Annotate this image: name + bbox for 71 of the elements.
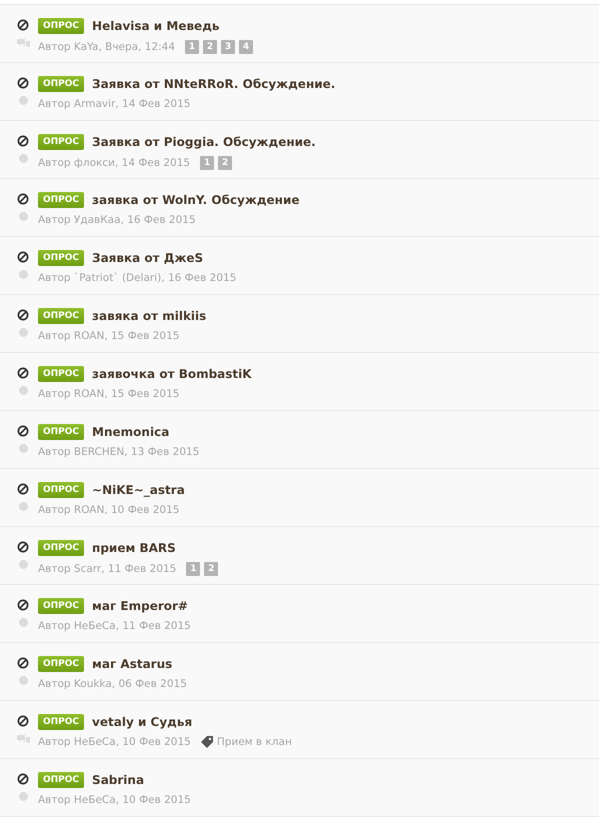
status-dot (18, 154, 28, 163)
status-dot (18, 444, 28, 453)
locked-icon (17, 657, 29, 669)
topic-title-link[interactable]: Mnemonica (92, 425, 170, 439)
status-dot (18, 792, 28, 801)
locked-icon (17, 715, 29, 727)
poll-badge: ОПРОС (38, 714, 84, 730)
status-dot (18, 328, 28, 337)
topic-meta: Автор НеБеСа, 10 Фев 2015 (38, 736, 191, 748)
status-dot (18, 270, 28, 279)
topic-title-link[interactable]: маг Emperor# (92, 599, 188, 613)
topic-meta: Автор ROAN, 15 Фев 2015 (38, 388, 180, 400)
locked-icon (17, 541, 29, 553)
poll-badge: ОПРОС (38, 76, 84, 92)
locked-icon (17, 773, 29, 785)
poll-badge: ОПРОС (38, 192, 84, 208)
topic-meta: Автор Koukka, 06 Фев 2015 (38, 678, 187, 690)
speech-bubbles-icon (16, 734, 30, 745)
topic-title-link[interactable]: прием BARS (92, 541, 176, 555)
locked-icon (17, 19, 29, 31)
locked-icon (17, 367, 29, 379)
status-dot (18, 96, 28, 105)
locked-icon (17, 193, 29, 205)
topic-title-link[interactable]: маг Astarus (92, 657, 172, 671)
topic-meta: Автор BERCHEN, 13 Фев 2015 (38, 446, 200, 458)
poll-badge: ОПРОС (38, 250, 84, 266)
poll-badge: ОПРОС (38, 656, 84, 672)
topic-meta: Автор флокси, 14 Фев 2015 (38, 157, 190, 169)
topic-meta: Автор Scarr, 11 Фев 2015 (38, 563, 176, 575)
topic-meta: Автор НеБеСа, 11 Фев 2015 (38, 620, 191, 632)
status-dot (18, 502, 28, 511)
speech-bubbles-icon (16, 38, 30, 49)
status-dot (18, 386, 28, 395)
poll-badge: ОПРОС (38, 366, 84, 382)
topic-title-link[interactable]: заявочка от BombastiK (92, 367, 252, 381)
topic-meta: Автор НеБеСа, 10 Фев 2015 (38, 794, 191, 806)
poll-badge: ОПРОС (38, 482, 84, 498)
topic-title-link[interactable]: Заявка от NNteRRoR. Обсуждение. (92, 77, 336, 91)
topic-meta: Автор `Patriot` (Delari), 16 Фев 2015 (38, 272, 236, 284)
tag-icon (200, 736, 213, 748)
topic-meta: Автор УдавКаа, 16 Фев 2015 (38, 214, 196, 226)
locked-icon (17, 425, 29, 437)
topic-title-link[interactable]: ~NiKE~_astra (92, 483, 185, 497)
topic-title-link[interactable]: Заявка от ДжеS (92, 251, 204, 265)
topic-title-link[interactable]: завяка от milkiis (92, 309, 206, 323)
locked-icon (17, 309, 29, 321)
topic-title-link[interactable]: vetaly и Судья (92, 715, 192, 729)
poll-badge: ОПРОС (38, 134, 84, 150)
poll-badge: ОПРОС (38, 598, 84, 614)
locked-icon (17, 77, 29, 89)
topic-meta: Автор ROAN, 15 Фев 2015 (38, 330, 180, 342)
topic-meta: Автор ROAN, 10 Фев 2015 (38, 504, 180, 516)
topic-title-link[interactable]: Sabrina (92, 773, 144, 787)
topic-title-link[interactable]: Заявка от Pioggia. Обсуждение. (92, 135, 316, 149)
topic-meta: Автор Armavir, 14 Фев 2015 (38, 98, 190, 110)
topic-title-link[interactable]: заявка от WolnY. Обсуждение (92, 193, 300, 207)
locked-icon (17, 251, 29, 263)
poll-badge: ОПРОС (38, 18, 84, 34)
topic-title-link[interactable]: Helavisa и Меведь (92, 19, 220, 33)
poll-badge: ОПРОС (38, 424, 84, 440)
status-dot (18, 676, 28, 685)
poll-badge: ОПРОС (38, 540, 84, 556)
locked-icon (17, 599, 29, 611)
status-dot (18, 212, 28, 221)
status-dot (18, 560, 28, 569)
poll-badge: ОПРОС (38, 772, 84, 788)
topic-meta: Автор KaYa, Вчера, 12:44 (38, 41, 176, 53)
locked-icon (17, 135, 29, 147)
poll-badge: ОПРОС (38, 308, 84, 324)
status-dot (18, 618, 28, 627)
locked-icon (17, 483, 29, 495)
